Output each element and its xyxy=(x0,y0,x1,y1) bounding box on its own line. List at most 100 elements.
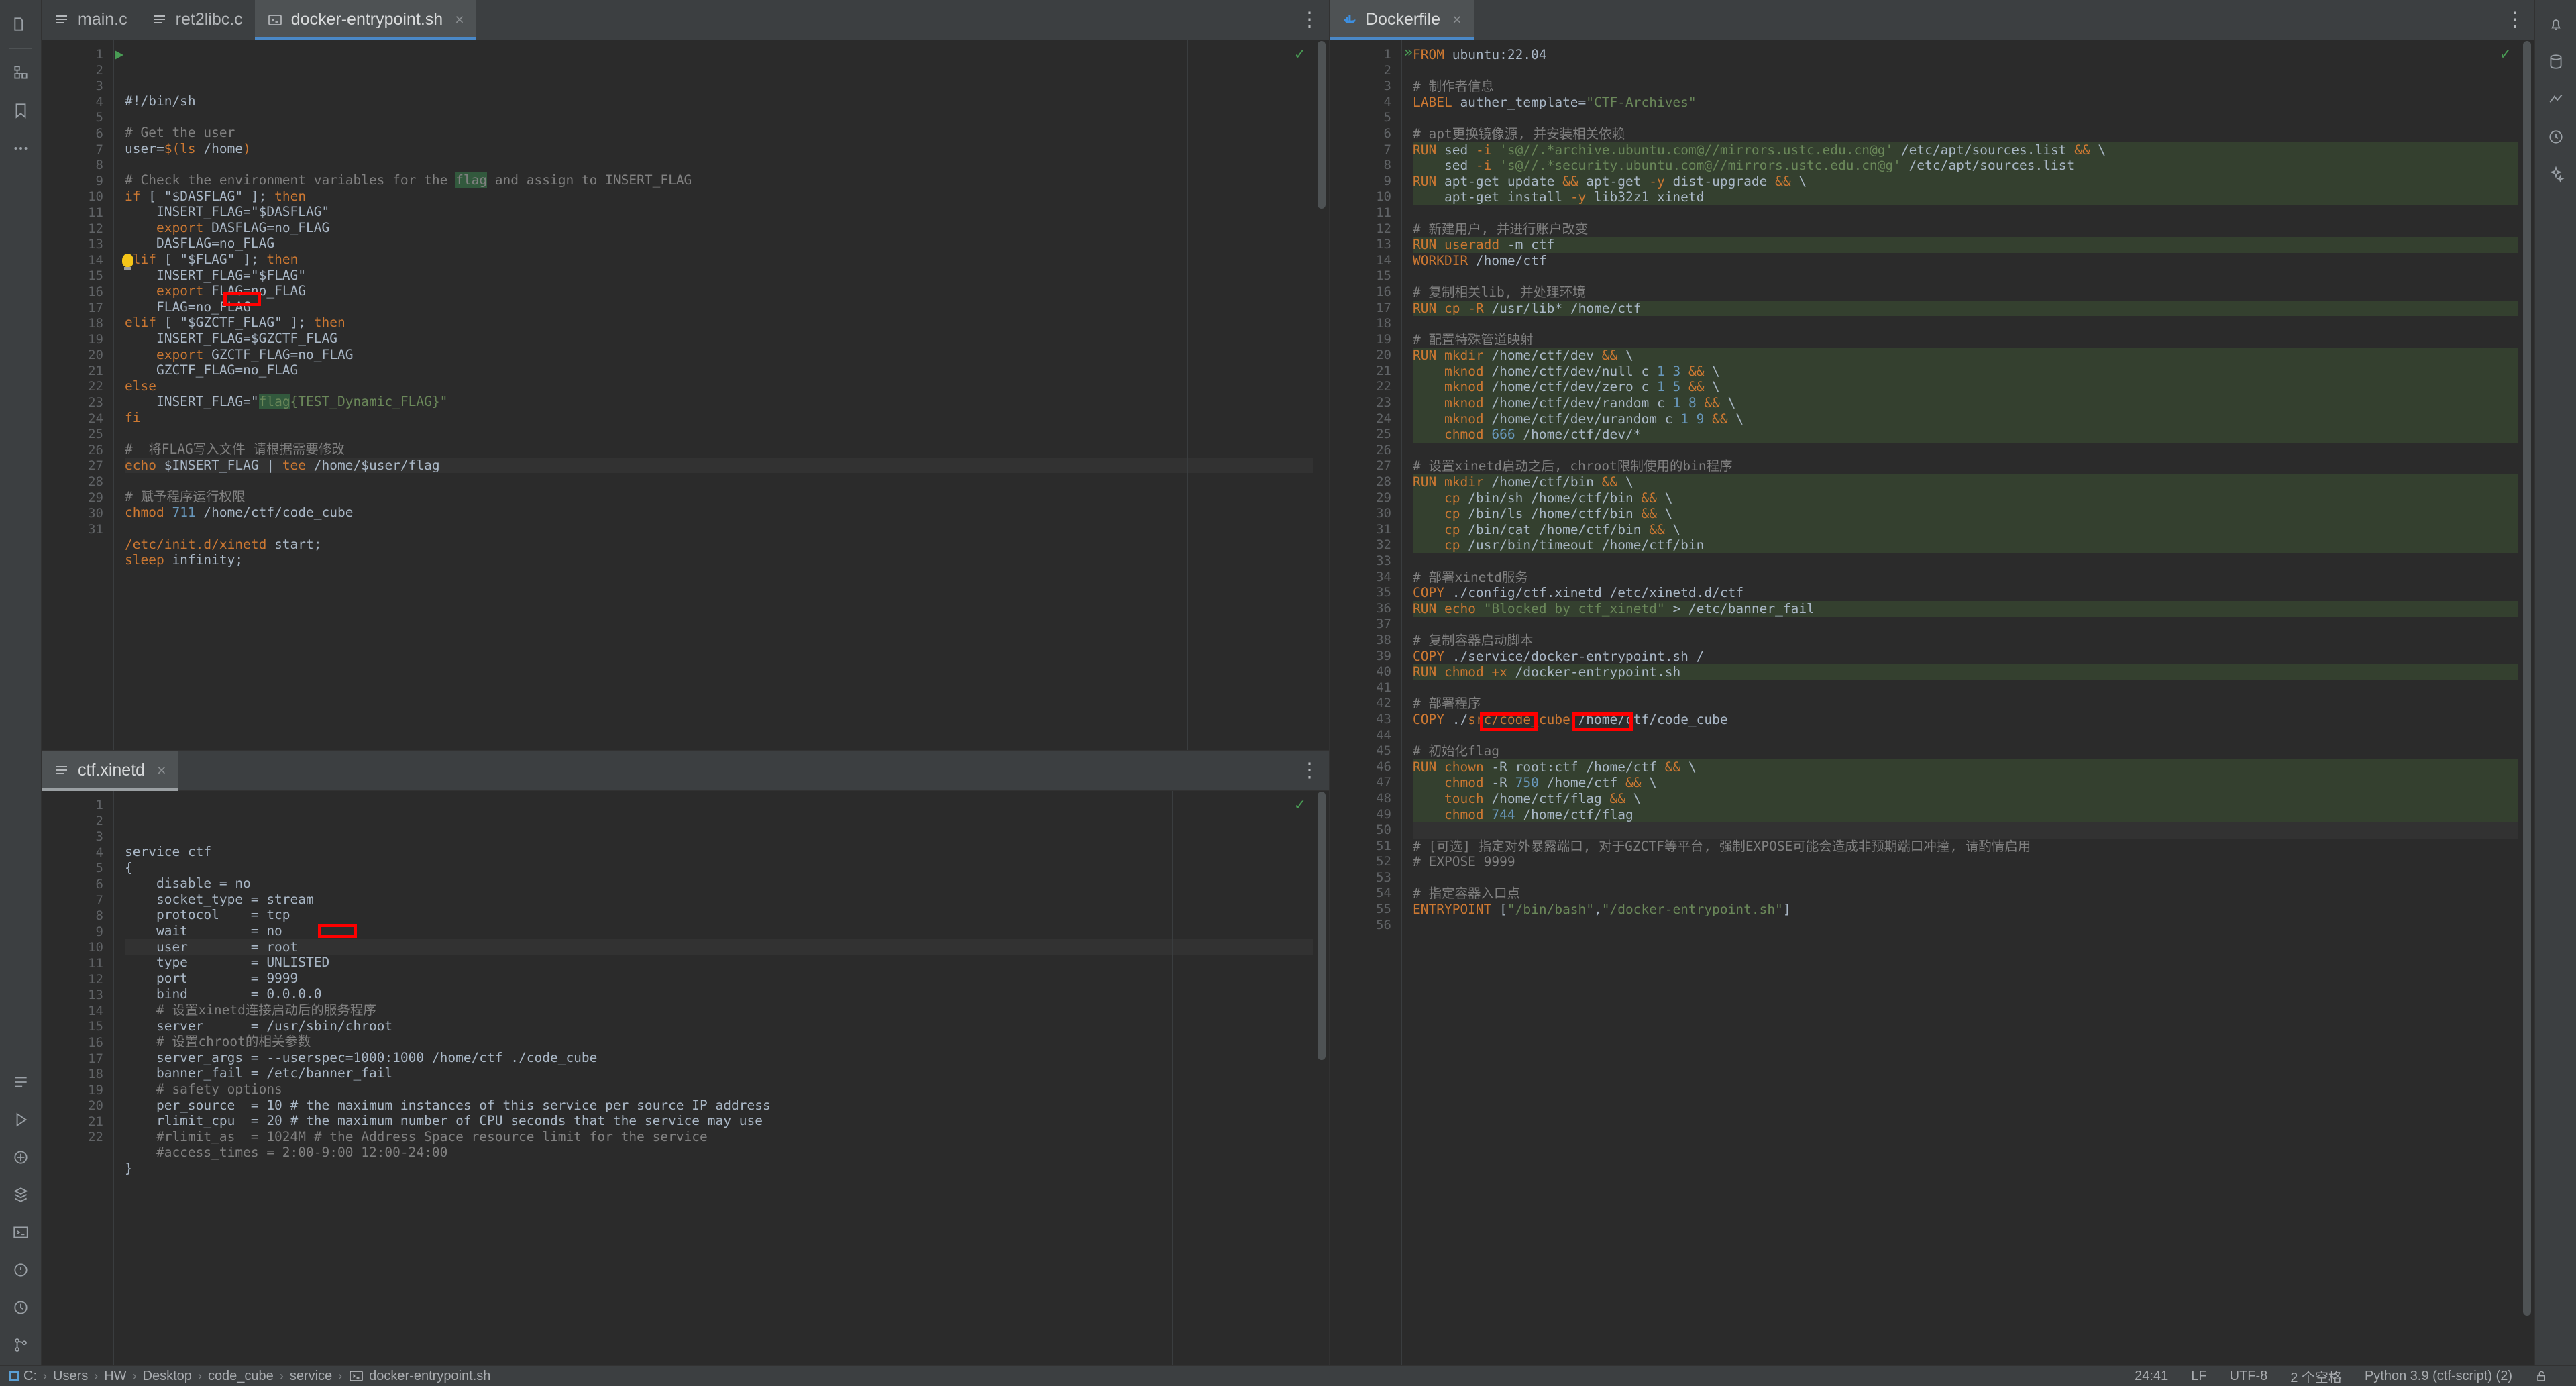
line-number[interactable]: 29 xyxy=(1330,490,1391,507)
line-number[interactable]: 35 xyxy=(1330,585,1391,601)
line-number[interactable]: 20 xyxy=(42,1098,103,1114)
breadcrumb-item[interactable]: Users xyxy=(53,1369,88,1384)
line-number[interactable]: 7 xyxy=(42,142,103,158)
line-number[interactable]: 8 xyxy=(42,908,103,924)
line-number[interactable]: 12 xyxy=(1330,221,1391,237)
code-line[interactable]: else xyxy=(125,378,1329,394)
code-line[interactable]: # 复制相关lib, 并处理环境 xyxy=(1413,284,2534,301)
line-number[interactable]: 25 xyxy=(42,427,103,443)
line-number[interactable]: 1 xyxy=(42,47,123,63)
todo-icon[interactable] xyxy=(5,1065,36,1100)
line-number[interactable]: 36 xyxy=(1330,601,1391,617)
code-text-bottom-left[interactable]: service ctf{ disable = no socket_type = … xyxy=(114,791,1329,1365)
line-number[interactable]: 10 xyxy=(42,189,103,205)
code-line[interactable]: service ctf xyxy=(125,844,1329,860)
tabstrip-right[interactable]: Dockerfile × ⋮ xyxy=(1330,0,2534,40)
line-number[interactable]: 13 xyxy=(1330,237,1391,253)
line-number[interactable]: 16 xyxy=(1330,284,1391,301)
line-number[interactable]: 52 xyxy=(1330,854,1391,870)
line-number[interactable]: 53 xyxy=(1330,870,1391,886)
indent-setting[interactable]: 2 个空格 xyxy=(2290,1367,2342,1386)
line-number[interactable]: 27 xyxy=(42,458,103,474)
interpreter[interactable]: Python 3.9 (ctf-script) (2) xyxy=(2365,1369,2512,1384)
line-number[interactable]: 22 xyxy=(42,1130,103,1146)
code-view-docker-entrypoint[interactable]: 1 2 3 4 5 6 7 8 9 10 11 12 13 14 15 16 17 18 19 20 21 22 23 24 2… xyxy=(42,40,1329,750)
line-number[interactable]: 11 xyxy=(42,205,103,221)
code-line[interactable]: disable = no xyxy=(125,875,1329,892)
code-line[interactable]: COPY ./service/docker-entrypoint.sh / xyxy=(1413,649,2534,665)
line-number[interactable]: 1 xyxy=(1330,45,1413,63)
code-line[interactable]: DASFLAG=no_FLAG xyxy=(125,235,1329,252)
code-line[interactable]: RUN echo "Blocked by ctf_xinetd" > /etc/… xyxy=(1413,600,2534,617)
line-number[interactable]: 28 xyxy=(42,474,103,490)
line-number[interactable]: 44 xyxy=(1330,728,1391,744)
code-line[interactable]: elif [ "$GZCTF_FLAG" ]; then xyxy=(125,315,1329,331)
code-line[interactable] xyxy=(1413,680,2534,696)
code-line[interactable]: protocol = tcp xyxy=(125,907,1329,923)
code-line[interactable]: chmod -R 750 /home/ctf && \ xyxy=(1413,775,2534,791)
line-number[interactable]: 18 xyxy=(42,1067,103,1083)
code-line[interactable]: apt-get install -y lib32z1 xinetd xyxy=(1413,189,2534,205)
line-number[interactable]: 11 xyxy=(1330,205,1391,221)
code-line[interactable]: mknod /home/ctf/dev/random c 1 8 && \ xyxy=(1413,395,2534,411)
code-line[interactable] xyxy=(1413,110,2534,126)
tabstrip-top-left[interactable]: main.c ret2libc.c docker-entrypoint.sh × ⋮ xyxy=(42,0,1329,40)
line-number[interactable]: 16 xyxy=(42,284,103,301)
line-number[interactable]: 18 xyxy=(42,316,103,332)
code-line[interactable]: chmod 711 /home/ctf/code_cube xyxy=(125,504,1329,521)
gutter-top-left[interactable]: 1 2 3 4 5 6 7 8 9 10 11 12 13 14 15 16 17 18 19 20 21 22 23 24 2… xyxy=(42,40,123,750)
pane-options-icon[interactable]: ⋮ xyxy=(2497,0,2534,40)
code-line[interactable]: # Get the user xyxy=(125,125,1329,141)
line-number[interactable]: 23 xyxy=(42,395,103,411)
code-line[interactable]: user = root xyxy=(125,939,1329,955)
vcs-icon[interactable] xyxy=(5,1328,36,1363)
line-number[interactable]: 4 xyxy=(1330,95,1391,111)
code-line[interactable]: RUN mkdir /home/ctf/bin && \ xyxy=(1413,474,2534,490)
code-line[interactable]: /etc/init.d/xinetd start; xyxy=(125,537,1329,553)
code-line[interactable]: ENTRYPOINT ["/bin/bash","/docker-entrypo… xyxy=(1413,902,2534,918)
code-line[interactable]: echo $INSERT_FLAG | tee /home/$user/flag xyxy=(125,457,1329,474)
line-number[interactable]: 32 xyxy=(1330,537,1391,553)
line-number[interactable]: 17 xyxy=(1330,301,1391,317)
code-line[interactable]: rlimit_cpu = 20 # the maximum number of … xyxy=(125,1113,1329,1129)
code-line[interactable]: } xyxy=(125,1161,1329,1177)
code-line[interactable]: if [ "$DASFLAG" ]; then xyxy=(125,189,1329,205)
notifications-icon[interactable] xyxy=(5,1290,36,1325)
code-line[interactable] xyxy=(1413,822,2534,839)
editor-tab-main-c[interactable]: main.c xyxy=(42,0,140,40)
code-line[interactable]: INSERT_FLAG=$GZCTF_FLAG xyxy=(125,331,1329,347)
line-number[interactable]: 14 xyxy=(1330,253,1391,269)
line-number[interactable]: 9 xyxy=(42,174,103,190)
line-number[interactable]: 17 xyxy=(42,301,103,317)
line-number[interactable]: 12 xyxy=(42,221,103,237)
line-number[interactable]: 20 xyxy=(1330,348,1391,364)
line-number[interactable]: 27 xyxy=(1330,458,1391,474)
code-line[interactable]: # 制作者信息 xyxy=(1413,78,2534,95)
line-number[interactable]: 7 xyxy=(42,893,103,909)
line-number[interactable]: 3 xyxy=(42,829,103,845)
code-line[interactable]: touch /home/ctf/flag && \ xyxy=(1413,790,2534,807)
line-number[interactable]: 30 xyxy=(1330,506,1391,522)
line-number[interactable]: 5 xyxy=(1330,110,1391,126)
editor-tab-ctf-xinetd[interactable]: ctf.xinetd × xyxy=(42,751,178,791)
line-number[interactable]: 5 xyxy=(42,861,103,877)
line-number[interactable]: 24 xyxy=(1330,411,1391,427)
line-number[interactable]: 37 xyxy=(1330,617,1391,633)
code-line[interactable]: #!/bin/sh xyxy=(125,93,1329,109)
code-line[interactable]: # 设置xinetd启动之后, chroot限制使用的bin程序 xyxy=(1413,458,2534,474)
code-line[interactable]: # 指定容器入口点 xyxy=(1413,886,2534,902)
line-number[interactable]: 15 xyxy=(42,268,103,284)
code-line[interactable] xyxy=(1413,316,2534,332)
breadcrumb[interactable]: C: › Users › HW › Desktop › code_cube › service › do… xyxy=(9,1368,490,1384)
code-line[interactable]: cp /bin/sh /home/ctf/bin && \ xyxy=(1413,490,2534,507)
code-line[interactable]: RUN chmod +x /docker-entrypoint.sh xyxy=(1413,664,2534,680)
breadcrumb-item[interactable]: docker-entrypoint.sh xyxy=(348,1368,490,1384)
code-line[interactable] xyxy=(1413,918,2534,934)
code-line[interactable]: cp /bin/ls /home/ctf/bin && \ xyxy=(1413,506,2534,522)
code-line[interactable]: export DASFLAG=no_FLAG xyxy=(125,220,1329,236)
gradle-icon[interactable] xyxy=(2540,82,2571,117)
code-line[interactable]: elif [ "$FLAG" ]; then xyxy=(125,252,1329,268)
code-line[interactable] xyxy=(1413,553,2534,570)
code-view-dockerfile[interactable]: 1234567891011121314151617181920212223242… xyxy=(1330,40,2534,1365)
line-number[interactable]: 45 xyxy=(1330,743,1391,759)
